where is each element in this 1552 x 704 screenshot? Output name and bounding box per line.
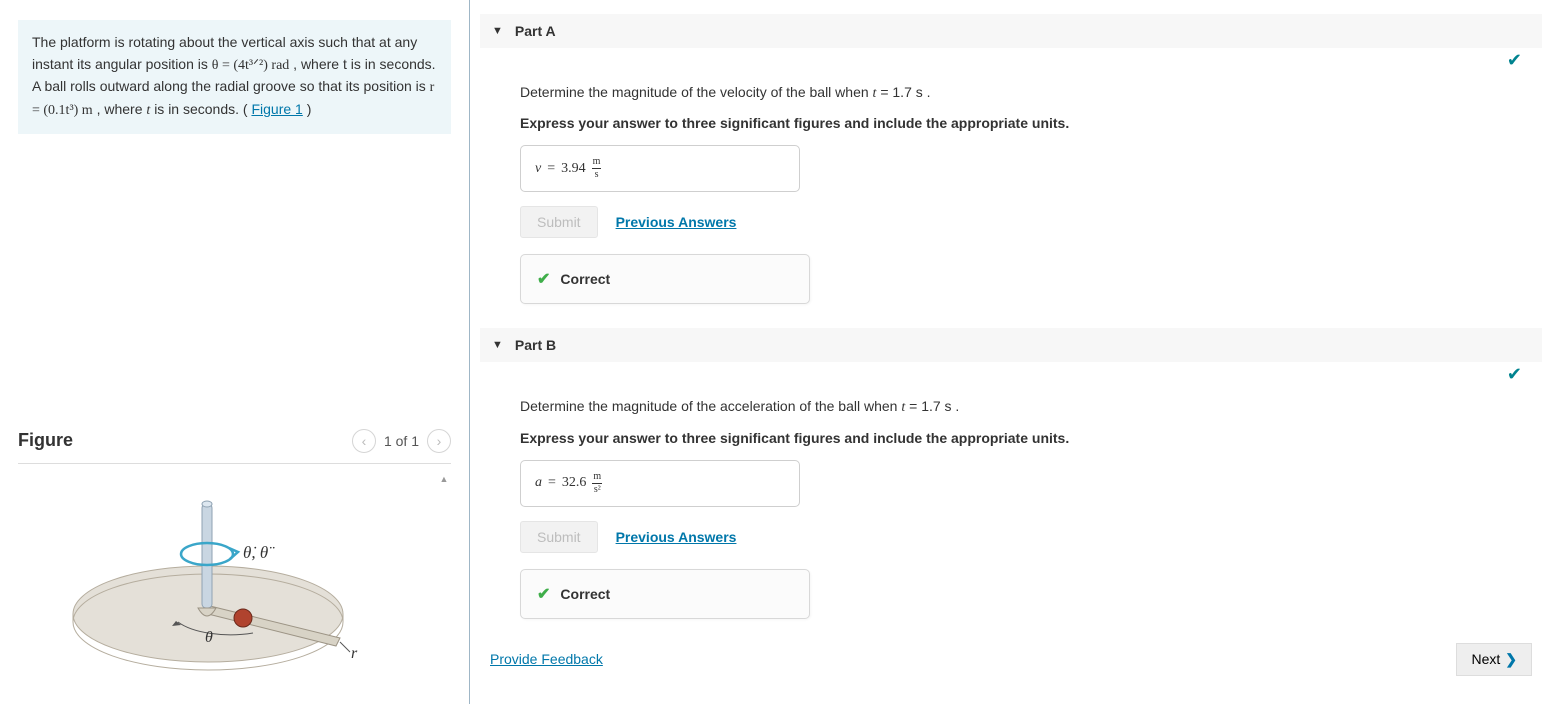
part-b-answer-box: a = 32.6 m s² — [520, 460, 800, 507]
figure-pager: 1 of 1 — [384, 433, 419, 449]
provide-feedback-link[interactable]: Provide Feedback — [490, 651, 603, 667]
figure-next-button[interactable]: › — [427, 429, 451, 453]
part-b-feedback: ✔ Correct — [520, 569, 810, 619]
part-a-title: Part A — [515, 23, 556, 39]
part-b-question: = 1.7 s . — [909, 398, 959, 414]
answer-equals: = — [547, 161, 555, 177]
answer-value: 3.94 — [561, 161, 586, 177]
figure-scrollbar[interactable]: ▲ — [437, 474, 451, 684]
caret-down-icon: ▼ — [492, 25, 503, 37]
chevron-right-icon: ❯ — [1505, 651, 1517, 668]
part-b-title: Part B — [515, 337, 556, 353]
part-a-feedback: ✔ Correct — [520, 254, 810, 304]
check-icon: ✔ — [537, 269, 550, 289]
part-a-instruction: Express your answer to three significant… — [520, 115, 1542, 131]
t-variable: t — [901, 400, 905, 415]
svg-text:r: r — [351, 645, 358, 662]
problem-text: is in seconds. ( — [154, 101, 247, 117]
previous-answers-link[interactable]: Previous Answers — [616, 214, 737, 230]
part-a-answer-box: v = 3.94 m s — [520, 145, 800, 192]
feedback-text: Correct — [560, 271, 610, 287]
svg-text:θ: θ — [205, 629, 213, 646]
feedback-text: Correct — [560, 586, 610, 602]
previous-answers-link[interactable]: Previous Answers — [616, 529, 737, 545]
figure-prev-button[interactable]: ‹ — [352, 429, 376, 453]
part-b-header[interactable]: ▼ Part B — [480, 328, 1542, 362]
part-a-header[interactable]: ▼ Part A — [480, 14, 1542, 48]
left-panel: The platform is rotating about the verti… — [0, 0, 470, 704]
answer-unit: m s² — [592, 472, 602, 495]
figure-heading: Figure — [18, 430, 73, 451]
problem-text: , where — [97, 101, 147, 117]
answer-unit: m s — [592, 157, 602, 180]
caret-down-icon: ▼ — [492, 339, 503, 351]
figure-image: θ̇, θ̈ θ r — [18, 474, 431, 684]
answer-symbol: a — [535, 475, 542, 491]
part-a: ▼ Part A ✔ Determine the magnitude of th… — [480, 14, 1542, 314]
part-b-instruction: Express your answer to three significant… — [520, 430, 1542, 446]
theta-equation: θ = (4t³ᐟ²) rad — [212, 58, 290, 73]
answer-value: 32.6 — [562, 475, 587, 491]
problem-statement: The platform is rotating about the verti… — [18, 20, 451, 134]
svg-text:θ̇, θ̈: θ̇, θ̈ — [243, 543, 275, 562]
figure-header: Figure ‹ 1 of 1 › — [18, 429, 451, 464]
part-b-question: Determine the magnitude of the accelerat… — [520, 398, 901, 414]
figure-link[interactable]: Figure 1 — [251, 101, 302, 117]
part-a-question: Determine the magnitude of the velocity … — [520, 84, 873, 100]
next-label: Next — [1471, 651, 1500, 667]
scroll-up-icon: ▲ — [440, 474, 449, 484]
answer-equals: = — [548, 475, 556, 491]
check-icon: ✔ — [1507, 50, 1522, 70]
problem-text: ) — [307, 101, 312, 117]
t-variable: t — [873, 86, 877, 101]
submit-button[interactable]: Submit — [520, 206, 598, 238]
answer-symbol: v — [535, 161, 541, 177]
t-variable: t — [146, 103, 150, 118]
check-icon: ✔ — [537, 584, 550, 604]
check-icon: ✔ — [1507, 364, 1522, 384]
next-button[interactable]: Next ❯ — [1456, 643, 1532, 676]
part-b: ▼ Part B ✔ Determine the magnitude of th… — [480, 328, 1542, 628]
submit-button[interactable]: Submit — [520, 521, 598, 553]
right-panel: ▼ Part A ✔ Determine the magnitude of th… — [470, 0, 1552, 704]
part-a-question: = 1.7 s . — [880, 84, 930, 100]
footer-row: Provide Feedback Next ❯ — [480, 629, 1542, 680]
